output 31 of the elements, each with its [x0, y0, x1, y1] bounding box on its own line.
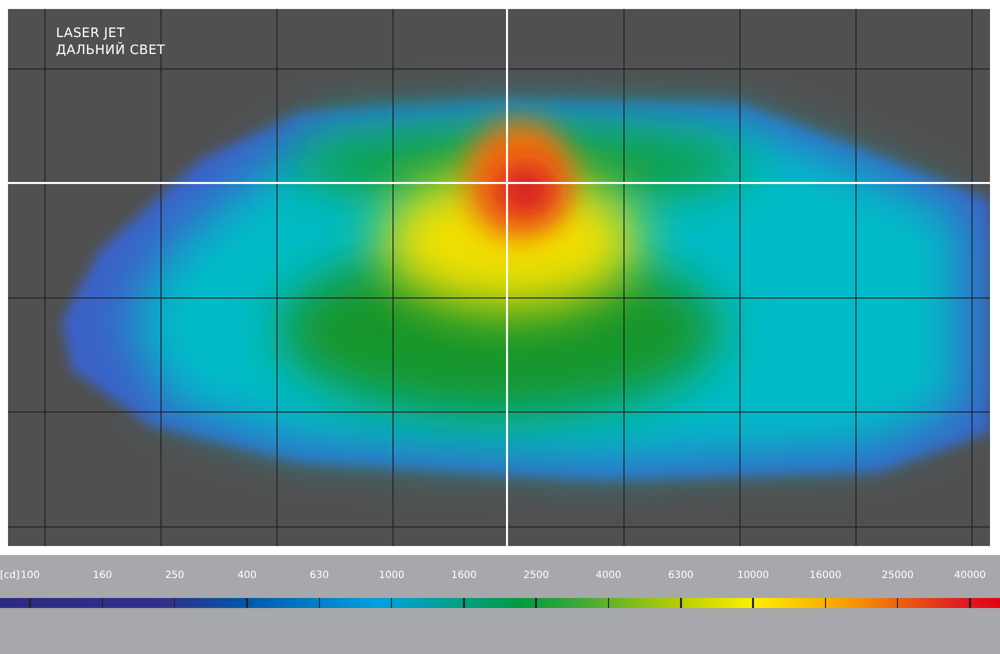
- scale-tick: [29, 598, 31, 608]
- scale-tick: [535, 598, 537, 608]
- scale-tick: [752, 598, 754, 608]
- scale-tick: [246, 598, 248, 608]
- scale-label: 1000: [378, 570, 404, 582]
- scale-label: 40000: [954, 570, 986, 582]
- scale-label: 6300: [668, 570, 694, 582]
- scale-label: 10000: [737, 570, 770, 582]
- scale-label: 4000: [596, 570, 622, 582]
- scale-tick: [824, 598, 826, 608]
- scale-tick: [174, 598, 176, 608]
- scale-label: 400: [237, 570, 257, 582]
- plot-title: ДАЛЬНИЙ СВЕТ: [56, 42, 166, 59]
- scale-label: 630: [310, 570, 329, 582]
- scale-tick: [390, 598, 392, 608]
- plot-title: LASER JET: [56, 25, 126, 42]
- scale-tick: [318, 598, 320, 608]
- scale-tick: [969, 598, 971, 608]
- scale-label: 16000: [810, 570, 842, 582]
- scale-label: 160: [92, 570, 112, 582]
- scale-label: 1600: [451, 570, 477, 582]
- scale-label: 250: [165, 570, 184, 582]
- scale-tick: [680, 598, 682, 608]
- scale-tick: [608, 598, 610, 608]
- scale-label: 100: [20, 570, 40, 582]
- scale-label: 25000: [882, 570, 914, 582]
- scale-tick: [463, 598, 465, 608]
- scale-tick: [896, 598, 898, 608]
- scale-label: 2500: [524, 570, 549, 582]
- unit-label: [cd]: [0, 570, 20, 582]
- scale-tick: [102, 598, 104, 608]
